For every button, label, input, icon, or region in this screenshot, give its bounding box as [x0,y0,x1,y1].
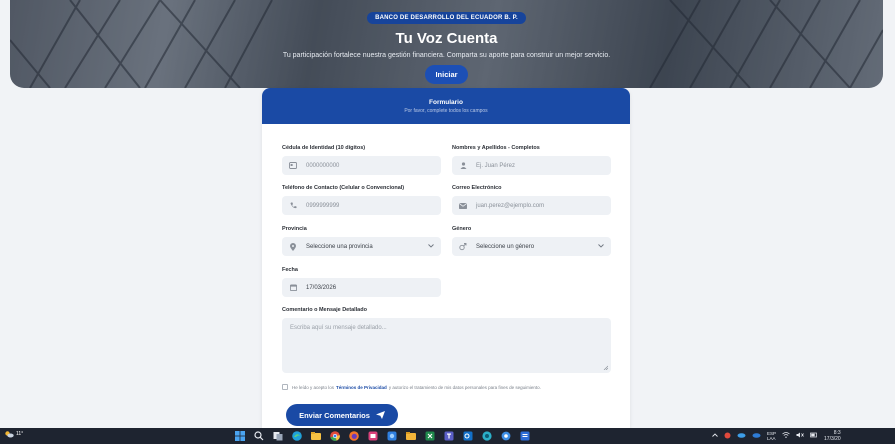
weather-widget[interactable]: 11° [4,430,23,438]
nombre-input[interactable]: Ej. Juan Pérez [452,156,611,175]
privacy-consent: He leído y acepto los Términos de Privac… [282,384,541,390]
app-icon-blue[interactable] [386,430,398,442]
form-card: Formulario Por favor, complete todos los… [262,88,630,428]
teams-icon[interactable] [443,430,455,442]
cloud-icon[interactable] [737,432,746,440]
wifi-icon[interactable] [782,432,790,440]
battery-icon[interactable] [810,432,818,440]
clock[interactable]: 8:3 17/3/20 [824,430,841,442]
chevron-down-icon [598,243,604,250]
tray-app-icon-red[interactable] [724,432,731,441]
user-icon [459,162,467,170]
excel-icon[interactable] [424,430,436,442]
calendar-icon [289,284,297,292]
edge-icon[interactable] [291,430,303,442]
telefono-input[interactable]: 0999999999 [282,196,441,215]
consent-checkbox[interactable] [282,384,288,390]
app-icon-word[interactable] [519,430,531,442]
bank-badge: BANCO DE DESARROLLO DEL ECUADOR B. P. [367,12,526,24]
file-explorer-icon[interactable] [310,430,322,442]
volume-icon[interactable] [796,432,804,440]
start-button[interactable]: Iniciar [425,65,468,84]
windows-taskbar: 11° ESP LAA 8:3 17/3/20 [0,428,895,444]
chevron-down-icon [428,243,434,250]
gender-icon [459,242,467,251]
privacy-terms-link[interactable]: Términos de Privacidad [336,385,387,390]
app-icon-pink[interactable] [367,430,379,442]
form-subtitle: Por favor, complete todos los campos [404,107,488,114]
genero-select[interactable]: Seleccione un género [452,237,611,256]
windows-start-icon[interactable] [234,430,246,442]
fecha-label: Fecha [282,267,298,273]
chrome-icon[interactable] [329,430,341,442]
nombre-label: Nombres y Apellidos - Completos [452,145,540,151]
telefono-label: Teléfono de Contacto (Celular o Convenci… [282,185,405,191]
cedula-label: Cédula de Identidad (10 dígitos) [282,145,366,151]
send-icon [375,411,385,419]
fecha-input[interactable]: 17/03/2026 [282,278,441,297]
page-title: Tu Voz Cuenta [395,30,498,47]
task-view-icon[interactable] [272,430,284,442]
cedula-input[interactable]: 0000000000 [282,156,441,175]
onedrive-icon[interactable] [752,432,761,440]
system-tray: ESP LAA 8:3 17/3/20 [712,430,841,442]
submit-button[interactable]: Enviar Comentarios [286,404,398,426]
phone-icon [289,202,297,210]
chevron-up-icon[interactable] [712,433,718,439]
outlook-icon[interactable] [462,430,474,442]
provincia-label: Provincia [282,226,307,232]
hero-subtitle: Tu participación fortalece nuestra gesti… [282,52,611,59]
resize-handle-icon[interactable] [603,365,608,370]
hero-banner: BANCO DE DESARROLLO DEL ECUADOR B. P. Tu… [10,0,883,88]
form-header: Formulario Por favor, complete todos los… [262,88,630,124]
form-title: Formulario [429,98,463,106]
weather-icon [5,431,14,438]
provincia-select[interactable]: Seleccione una provincia [282,237,441,256]
id-card-icon [289,162,297,170]
correo-label: Correo Electrónico [452,185,502,191]
comentario-textarea[interactable]: Escriba aquí su mensaje detallado... [282,318,611,373]
folder-icon[interactable] [405,430,417,442]
language-indicator[interactable]: ESP LAA [767,431,776,441]
envelope-icon [459,202,467,210]
correo-input[interactable]: juan.perez@ejemplo.com [452,196,611,215]
genero-label: Género [452,226,472,232]
app-icon-teal[interactable] [481,430,493,442]
taskbar-apps [234,430,531,442]
comentario-label: Comentario o Mensaje Detallado [282,307,367,313]
search-icon[interactable] [253,430,265,442]
app-icon-gear[interactable] [500,430,512,442]
firefox-icon[interactable] [348,430,360,442]
map-pin-icon [289,242,297,251]
